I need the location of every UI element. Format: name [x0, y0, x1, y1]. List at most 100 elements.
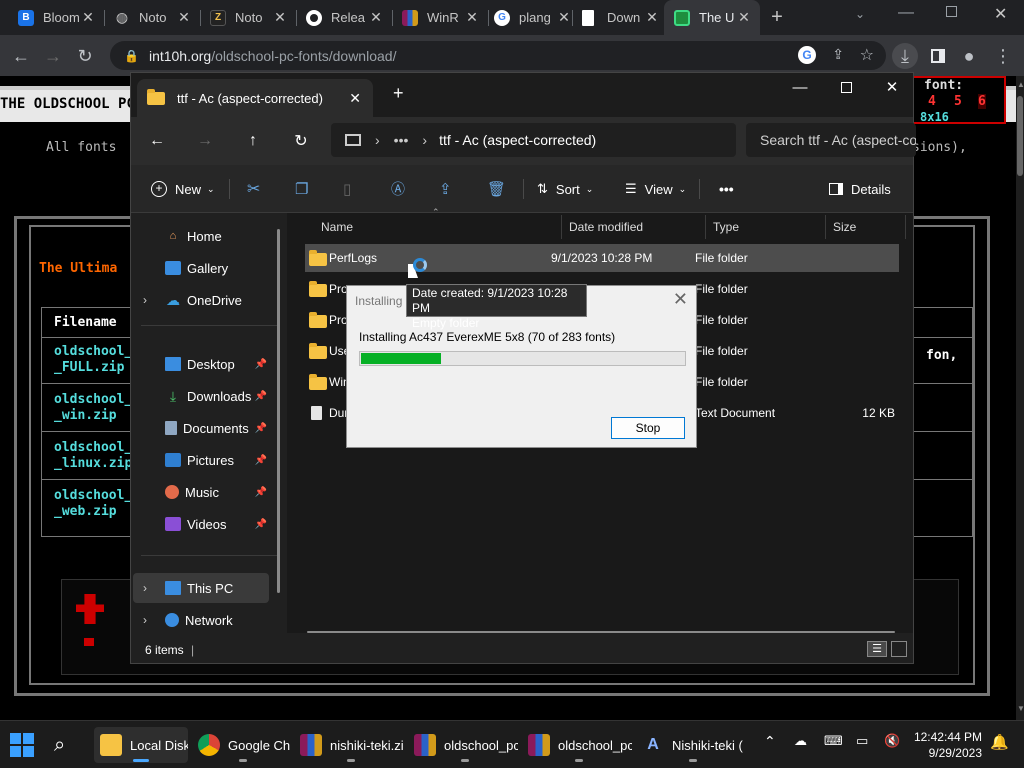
close-tab-icon[interactable]: ✕: [736, 9, 752, 26]
view-button[interactable]: ☰ View ⌄: [625, 175, 686, 203]
scrollbar-thumb[interactable]: [1017, 96, 1023, 176]
notification-bell-icon[interactable]: 🔔: [990, 733, 1009, 751]
browser-tab[interactable]: B Bloom ✕: [8, 0, 104, 35]
font-dim-label[interactable]: 8x16: [920, 110, 949, 124]
font-size-6[interactable]: 6: [978, 94, 986, 109]
taskbar-item[interactable]: Local Disk: [94, 727, 188, 763]
refresh-icon[interactable]: ↻: [289, 129, 313, 153]
nav-item-pictures[interactable]: Pictures 📌: [133, 445, 269, 475]
minimize-icon[interactable]: —: [777, 73, 823, 101]
close-tab-icon[interactable]: ✕: [556, 9, 572, 26]
nav-item-this-pc[interactable]: › This PC: [133, 573, 269, 603]
copy-icon[interactable]: ❐: [295, 175, 308, 203]
taskbar-item[interactable]: A Nishiki-teki (: [640, 727, 746, 763]
back-arrow-icon[interactable]: ←: [145, 129, 169, 153]
browser-tab[interactable]: G plang ✕: [484, 0, 580, 35]
google-lens-icon[interactable]: G: [798, 46, 816, 64]
close-tab-icon[interactable]: ✕: [176, 9, 192, 26]
scroll-down-icon[interactable]: ▼: [1017, 704, 1024, 713]
close-tab-icon[interactable]: ✕: [80, 9, 96, 26]
delete-icon[interactable]: 🗑: [487, 175, 506, 203]
font-size-4[interactable]: 4: [928, 94, 936, 109]
column-header-size[interactable]: Size: [833, 213, 856, 241]
column-header-name[interactable]: Name: [321, 213, 353, 241]
download-icon[interactable]: ⤓: [892, 43, 918, 69]
column-separator[interactable]: [905, 215, 906, 239]
close-tab-icon[interactable]: ✕: [349, 90, 361, 107]
column-separator[interactable]: [561, 215, 562, 239]
nav-item-home[interactable]: ⌂ Home: [133, 221, 269, 251]
paste-icon[interactable]: ▯: [343, 175, 351, 203]
browser-tab[interactable]: Relea ✕: [296, 0, 392, 35]
keyboard-icon[interactable]: ⌨: [824, 733, 843, 749]
scroll-up-icon[interactable]: ▲: [1017, 80, 1024, 89]
rename-icon[interactable]: Ⓐ: [391, 175, 405, 203]
overflow-dots-icon[interactable]: •••: [394, 132, 409, 148]
taskbar-item[interactable]: oldschool_pc: [412, 727, 518, 763]
start-button[interactable]: [10, 727, 34, 763]
nav-scrollbar[interactable]: [277, 229, 280, 593]
stop-button[interactable]: Stop: [611, 417, 685, 439]
tiles-view-toggle-icon[interactable]: [891, 641, 907, 657]
browser-tab[interactable]: WinR ✕: [392, 0, 488, 35]
column-separator[interactable]: [825, 215, 826, 239]
sort-button[interactable]: ⇅ Sort ⌄: [537, 175, 593, 203]
pin-icon[interactable]: 📌: [255, 423, 267, 434]
pin-icon[interactable]: 📌: [255, 455, 267, 466]
column-header-date[interactable]: Date modified: [569, 213, 643, 241]
tab-search-icon[interactable]: ⌄: [855, 7, 865, 21]
up-arrow-icon[interactable]: ↑: [241, 129, 265, 153]
nav-item-network[interactable]: › Network: [133, 605, 269, 635]
font-size-5[interactable]: 5: [954, 94, 962, 109]
minimize-icon[interactable]: —: [898, 4, 914, 22]
current-folder-crumb[interactable]: ttf - Ac (aspect-corrected): [439, 132, 596, 148]
tray-overflow-chevron-icon[interactable]: ⌃: [764, 733, 776, 750]
address-bar[interactable]: 🔒 int10h.org/oldschool-pc-fonts/download…: [110, 41, 886, 70]
share-icon[interactable]: ⇪: [439, 175, 452, 203]
taskbar-item[interactable]: Google Ch: [196, 727, 290, 763]
close-dialog-icon[interactable]: ✕: [673, 289, 688, 310]
taskbar-item[interactable]: oldschool_pc: [526, 727, 632, 763]
share-icon[interactable]: ⇪: [832, 46, 844, 63]
nav-item-onedrive[interactable]: › ☁ OneDrive: [133, 285, 269, 315]
pin-icon[interactable]: 📌: [255, 359, 267, 370]
pin-icon[interactable]: 📌: [255, 391, 267, 402]
new-tab-button[interactable]: +: [766, 6, 788, 28]
browser-tab-active[interactable]: The U ✕: [664, 0, 760, 35]
reload-icon[interactable]: ↻: [72, 43, 98, 69]
site-logo[interactable]: THE OLDSCHOOL PC: [0, 96, 135, 112]
chevron-right-icon[interactable]: ›: [143, 581, 147, 595]
maximize-icon[interactable]: [946, 6, 957, 17]
nav-item-desktop[interactable]: Desktop 📌: [133, 349, 269, 379]
page-scrollbar[interactable]: ▲ ▼: [1016, 76, 1024, 720]
new-tab-icon[interactable]: +: [393, 83, 404, 104]
explorer-address-bar[interactable]: › ••• › ttf - Ac (aspect-corrected): [331, 123, 736, 157]
search-icon[interactable]: ⌕: [54, 727, 65, 763]
profile-avatar-icon[interactable]: ●: [956, 43, 982, 69]
cut-icon[interactable]: ✂: [247, 175, 260, 203]
explorer-tab[interactable]: ttf - Ac (aspect-corrected) ✕: [137, 79, 373, 117]
close-window-icon[interactable]: ✕: [869, 73, 915, 101]
browser-tab[interactable]: Down ✕: [572, 0, 668, 35]
nav-item-music[interactable]: Music 📌: [133, 477, 269, 507]
column-header-type[interactable]: Type: [713, 213, 739, 241]
chevron-right-icon[interactable]: ›: [143, 293, 147, 307]
close-tab-icon[interactable]: ✕: [464, 9, 480, 26]
more-menu-icon[interactable]: ⋮: [990, 43, 1016, 69]
explorer-search-input[interactable]: Search ttf - Ac (aspect-co: [746, 123, 916, 157]
pin-icon[interactable]: 📌: [255, 487, 267, 498]
see-more-button[interactable]: •••: [719, 175, 734, 203]
onedrive-tray-icon[interactable]: ☁: [794, 733, 807, 749]
bookmark-star-icon[interactable]: ☆: [860, 45, 874, 65]
taskbar-item[interactable]: nishiki-teki.zip: [298, 727, 404, 763]
close-window-icon[interactable]: ✕: [994, 4, 1007, 24]
column-separator[interactable]: [705, 215, 706, 239]
display-icon[interactable]: ▭: [856, 733, 868, 749]
chevron-right-icon[interactable]: ›: [143, 613, 147, 627]
nav-item-videos[interactable]: Videos 📌: [133, 509, 269, 539]
close-tab-icon[interactable]: ✕: [272, 9, 288, 26]
nav-item-downloads[interactable]: ⤓ Downloads 📌: [133, 381, 269, 411]
forward-arrow-icon[interactable]: →: [40, 43, 66, 69]
nav-item-documents[interactable]: Documents 📌: [133, 413, 269, 443]
forward-arrow-icon[interactable]: →: [193, 129, 217, 153]
